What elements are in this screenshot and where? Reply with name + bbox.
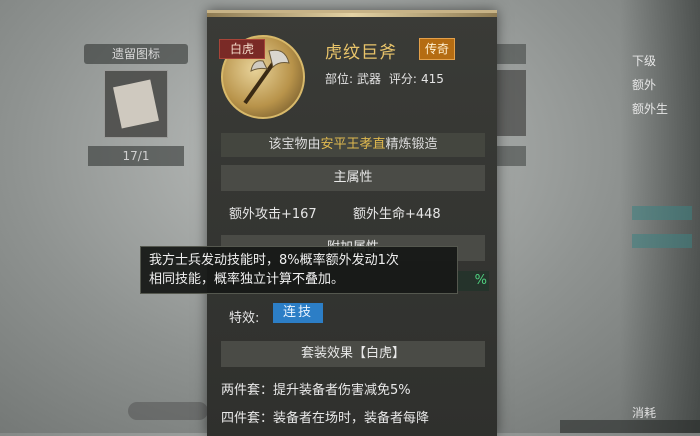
tooltip-line: 我方士兵发动技能时，8%概率额外发动1次 <box>149 253 399 268</box>
set-effect-header: 套装效果【白虎】 <box>221 341 485 367</box>
background-right-row: 额外生 <box>632 102 669 116</box>
effect-tooltip: 我方士兵发动技能时，8%概率额外发动1次 相同技能，概率独立计算不叠加。 <box>140 246 458 294</box>
set-four-piece: 四件套：装备者在场时，装备者每降 <box>221 411 430 426</box>
background-right-bar <box>632 234 692 248</box>
slot-value: 武器 <box>357 72 382 86</box>
tooltip-line: 相同技能，概率独立计算不叠加。 <box>149 272 345 287</box>
crafted-suffix: 精炼锻造 <box>385 137 438 152</box>
background-item-slot[interactable] <box>104 70 168 138</box>
background-right-row: 下级 <box>632 54 657 68</box>
slot-label: 部位: <box>325 72 354 86</box>
background-bottom-label: 消耗 <box>632 406 657 420</box>
faction-tag: 白虎 <box>219 39 265 59</box>
background-slot-count: 17/1 <box>88 146 184 166</box>
crafted-prefix: 该宝物由 <box>268 137 321 152</box>
crafter-name: 安平王孝直 <box>320 137 386 152</box>
background-item-icon <box>113 79 159 129</box>
background-right-bar <box>632 206 692 220</box>
card-top-border <box>207 13 497 17</box>
rarity-badge: 传奇 <box>419 38 456 60</box>
crafted-by-row: 该宝物由安平王孝直精炼锻造 <box>221 133 485 157</box>
main-stat: 额外生命+448 <box>353 207 441 222</box>
background-right-row: 额外 <box>632 78 657 92</box>
item-name: 虎纹巨斧 <box>325 43 397 63</box>
item-detail-card: 白虎 虎纹巨斧 传奇 部位: 武器 评分: 415 该宝物由安平王孝直精炼锻造 主属… <box>207 10 497 436</box>
set-two-piece: 两件套：提升装备者伤害减免5% <box>221 383 411 398</box>
background-bottom-bar <box>560 420 700 433</box>
main-attribute-header: 主属性 <box>221 165 485 191</box>
extra-attribute-percent: % <box>457 271 489 291</box>
effect-label: 特效: <box>229 311 260 326</box>
item-meta: 部位: 武器 评分: 415 <box>325 70 448 87</box>
background-slot-title: 遗留图标 <box>84 44 188 64</box>
score-label: 评分: <box>388 72 417 86</box>
score-value: 415 <box>420 72 444 86</box>
main-stat: 额外攻击+167 <box>229 207 317 222</box>
effect-badge[interactable]: 连技 <box>273 303 323 323</box>
background-bottom-pill <box>128 402 208 420</box>
